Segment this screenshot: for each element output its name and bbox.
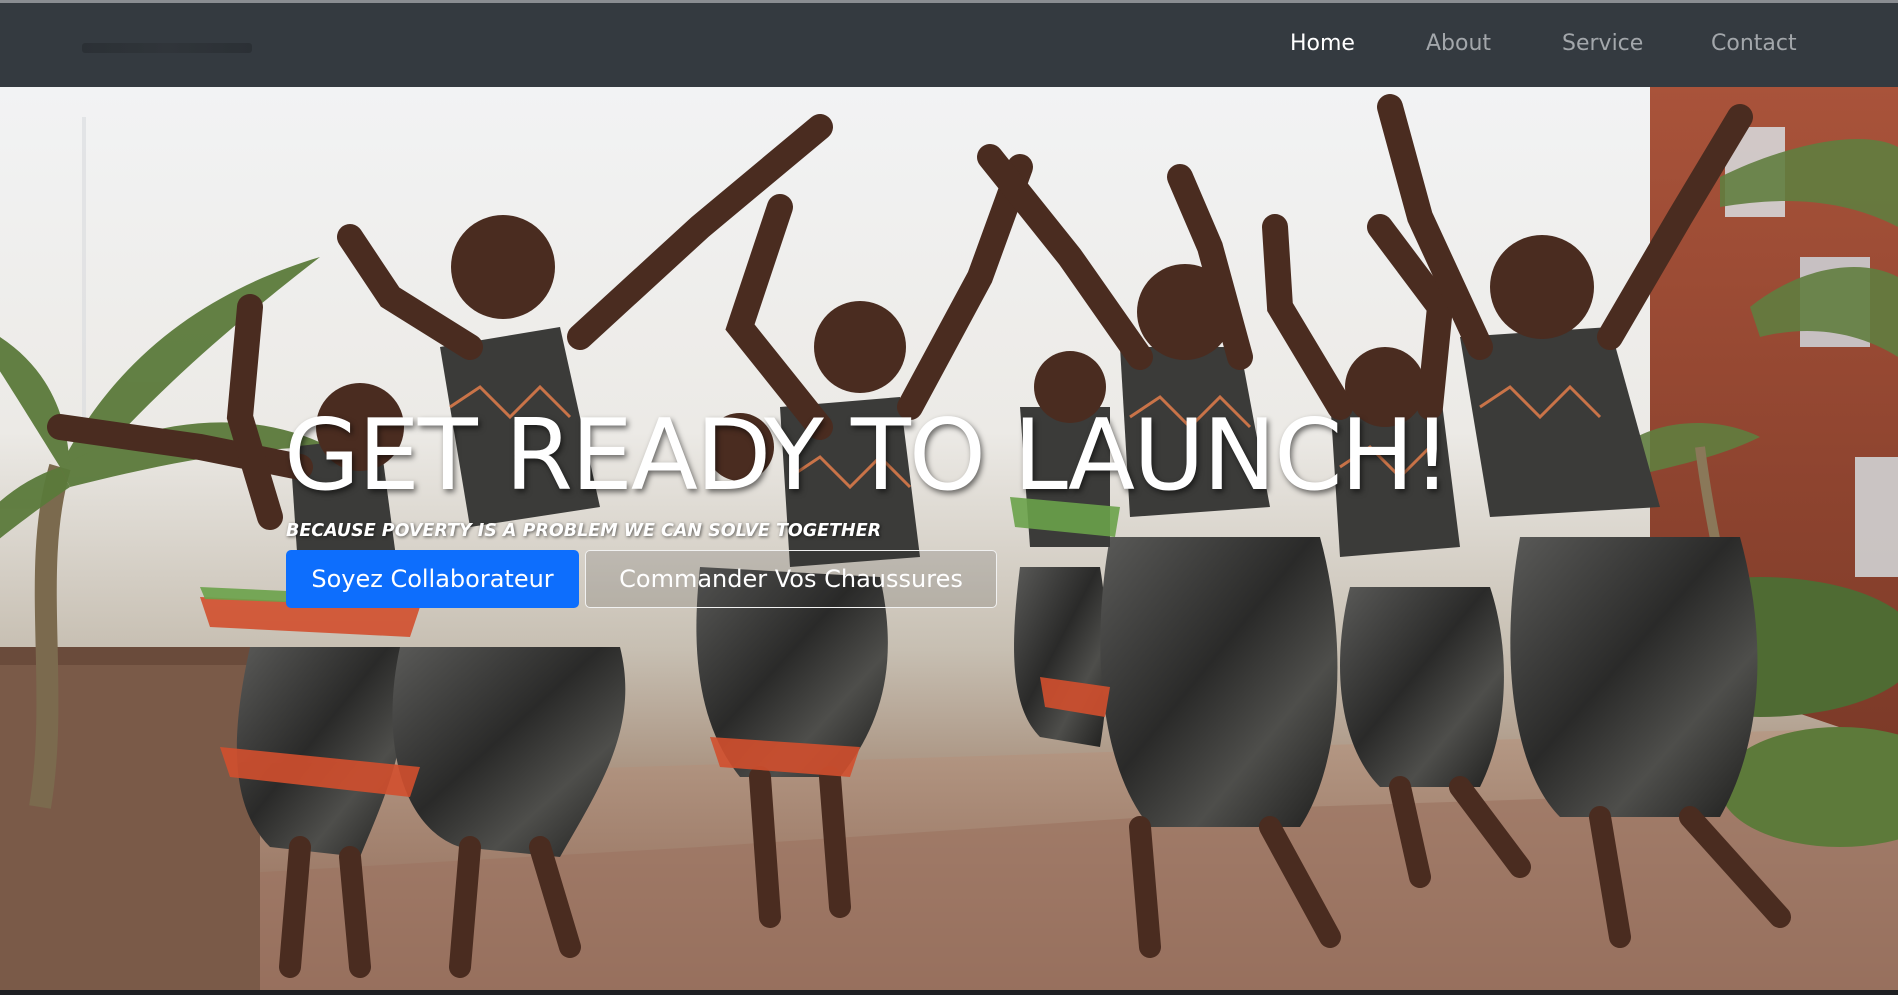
hero-section: GET READY TO LAUNCH! BECAUSE POVERTY IS … [0,87,1898,995]
order-shoes-button[interactable]: Commander Vos Chaussures [585,550,997,608]
nav-link-about[interactable]: About [1426,31,1491,57]
become-collaborator-button[interactable]: Soyez Collaborateur [286,550,579,608]
bottom-edge [0,990,1898,995]
brand-logo[interactable] [82,43,252,53]
hero-background-photo [0,87,1898,995]
nav-link-home[interactable]: Home [1290,31,1355,57]
hero-title: GET READY TO LAUNCH! [284,399,1452,513]
nav-link-service[interactable]: Service [1562,31,1643,57]
navbar: Home About Service Contact [0,3,1898,87]
nav-link-contact[interactable]: Contact [1711,31,1797,57]
hero-tagline: BECAUSE POVERTY IS A PROBLEM WE CAN SOLV… [286,521,882,541]
page: Home About Service Contact GET READY TO … [0,0,1898,995]
